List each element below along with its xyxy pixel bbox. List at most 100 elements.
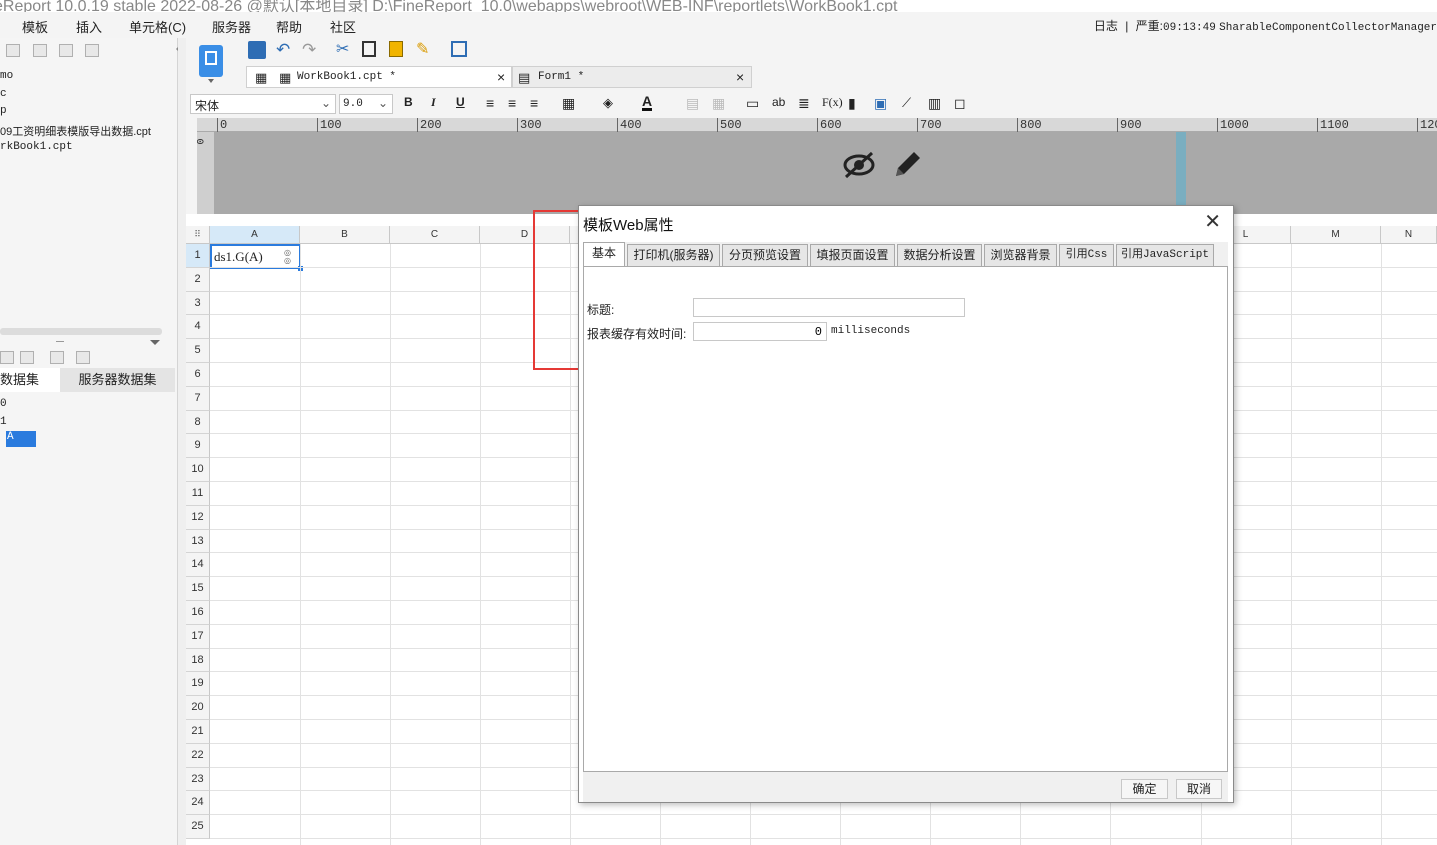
cut-icon[interactable]: ✂ <box>336 41 354 59</box>
menu-community[interactable]: 社区 <box>330 17 356 36</box>
tab-javascript[interactable]: 引用JavaScript <box>1116 244 1214 266</box>
align-left-icon[interactable]: ≡ <box>486 95 494 111</box>
row-header[interactable]: 18 <box>186 648 210 673</box>
tree-item[interactable]: c <box>0 88 7 100</box>
edit-icon[interactable] <box>0 351 14 364</box>
tab-css[interactable]: 引用Css <box>1059 244 1114 266</box>
dataset-item[interactable]: 1 <box>0 416 7 428</box>
preview-icon[interactable] <box>451 41 467 57</box>
column-header-c[interactable]: C <box>390 226 480 244</box>
cancel-button[interactable]: 取消 <box>1176 779 1222 799</box>
menu-server[interactable]: 服务器 <box>212 17 251 36</box>
tree-item[interactable]: rkBook1.cpt <box>0 141 73 153</box>
paste-icon[interactable] <box>389 41 403 57</box>
row-header[interactable]: 21 <box>186 720 210 744</box>
row-header[interactable]: 11 <box>186 482 210 506</box>
dataset-icon[interactable] <box>76 351 90 364</box>
column-header-a[interactable]: A <box>210 226 300 244</box>
chevron-down-icon[interactable] <box>150 340 160 345</box>
ok-button[interactable]: 确定 <box>1121 779 1168 799</box>
row-header[interactable]: 17 <box>186 624 210 649</box>
copy-icon[interactable] <box>362 41 376 57</box>
copy-icon[interactable] <box>85 44 99 57</box>
row-header[interactable]: 12 <box>186 505 210 530</box>
row-header[interactable]: 24 <box>186 791 210 816</box>
row-header[interactable]: 22 <box>186 743 210 768</box>
save-icon[interactable] <box>248 41 266 59</box>
row-header[interactable]: 23 <box>186 767 210 792</box>
align-center-icon[interactable]: ≡ <box>508 95 516 111</box>
bold-button[interactable]: B <box>404 95 413 109</box>
pencil-icon[interactable] <box>892 148 922 180</box>
underline-button[interactable]: U <box>456 95 465 109</box>
image-icon[interactable]: ▣ <box>874 95 887 112</box>
cache-time-input[interactable] <box>693 322 827 341</box>
tree-scrollbar[interactable] <box>0 328 162 335</box>
row-header[interactable]: 3 <box>186 291 210 316</box>
row-header[interactable]: 14 <box>186 553 210 578</box>
tree-item[interactable]: 09工资明细表模版导出数据.cpt <box>0 123 151 139</box>
eye-slash-icon[interactable] <box>842 150 876 180</box>
row-header[interactable]: 6 <box>186 363 210 387</box>
border-icon[interactable]: ▦ <box>562 95 575 112</box>
dataset-item[interactable]: 0 <box>0 398 7 410</box>
settings-icon[interactable] <box>33 44 47 57</box>
menu-cell[interactable]: 单元格(C) <box>129 17 186 36</box>
font-color-icon[interactable]: A <box>642 94 653 111</box>
delete-icon[interactable] <box>59 44 73 57</box>
splitter-handle[interactable] <box>56 341 64 342</box>
row-header[interactable]: 9 <box>186 434 210 459</box>
subreport-icon[interactable]: ▥ <box>928 95 941 112</box>
chevron-down-icon[interactable] <box>208 79 214 83</box>
tab-page-preview[interactable]: 分页预览设置 <box>722 244 808 266</box>
formula-button[interactable]: F(x) <box>822 95 843 110</box>
row-header[interactable]: 2 <box>186 267 210 292</box>
insert-row-icon[interactable]: ▭ <box>746 95 759 112</box>
format-painter-icon[interactable]: ✎ <box>416 41 434 59</box>
chart-icon[interactable]: ▮ <box>848 95 856 112</box>
row-header[interactable]: 5 <box>186 339 210 363</box>
text-tool-button[interactable]: ab <box>772 95 785 109</box>
row-header[interactable]: 13 <box>186 529 210 554</box>
row-header[interactable]: 16 <box>186 601 210 625</box>
row-header[interactable]: 1 <box>186 244 210 268</box>
tab-template-dataset[interactable]: 数据集 <box>0 368 60 392</box>
redo-icon[interactable]: ↷ <box>302 41 320 59</box>
column-header-n[interactable]: N <box>1381 226 1437 244</box>
select-all-corner[interactable]: ⠿ <box>186 226 210 244</box>
tree-item[interactable]: mo <box>0 70 13 82</box>
row-header[interactable]: 7 <box>186 386 210 411</box>
log-status[interactable]: 日志 | 严重:09:13:49 SharableComponentCollec… <box>1094 17 1437 34</box>
align-right-icon[interactable]: ≡ <box>530 95 538 111</box>
undo-icon[interactable]: ↶ <box>276 41 294 59</box>
tab-close-icon[interactable]: × <box>736 69 744 85</box>
row-header[interactable]: 4 <box>186 315 210 340</box>
font-family-select[interactable]: 宋体 ⌄ <box>190 94 336 114</box>
dataset-item-selected[interactable]: A <box>6 431 36 447</box>
preview-icon[interactable] <box>50 351 64 364</box>
template-design-icon[interactable] <box>199 45 223 77</box>
row-header[interactable]: 8 <box>186 410 210 435</box>
fill-color-icon[interactable]: ◈ <box>603 95 613 111</box>
splitter[interactable] <box>178 38 186 845</box>
tab-browser-background[interactable]: 浏览器背景 <box>984 244 1057 266</box>
tab-write-page[interactable]: 填报页面设置 <box>810 244 895 266</box>
new-folder-icon[interactable] <box>6 44 20 57</box>
row-header[interactable]: 20 <box>186 696 210 720</box>
font-size-select[interactable]: 9.0 ⌄ <box>339 94 393 114</box>
tab-data-analysis[interactable]: 数据分析设置 <box>897 244 982 266</box>
menu-insert[interactable]: 插入 <box>76 17 102 36</box>
row-header[interactable]: 10 <box>186 458 210 482</box>
tab-basic[interactable]: 基本 <box>583 242 625 267</box>
rich-text-icon[interactable]: ≣ <box>798 95 810 112</box>
column-header-m[interactable]: M <box>1291 226 1381 244</box>
row-header[interactable]: 15 <box>186 577 210 601</box>
float-element-icon[interactable]: ◻ <box>954 95 966 112</box>
delete-icon[interactable] <box>20 351 34 364</box>
column-header-b[interactable]: B <box>300 226 390 244</box>
menu-help[interactable]: 帮助 <box>276 17 302 36</box>
menu-template[interactable]: 模板 <box>22 17 48 36</box>
tab-close-icon[interactable]: × <box>497 69 505 85</box>
title-input[interactable] <box>693 298 965 317</box>
tree-item[interactable]: p <box>0 105 7 117</box>
